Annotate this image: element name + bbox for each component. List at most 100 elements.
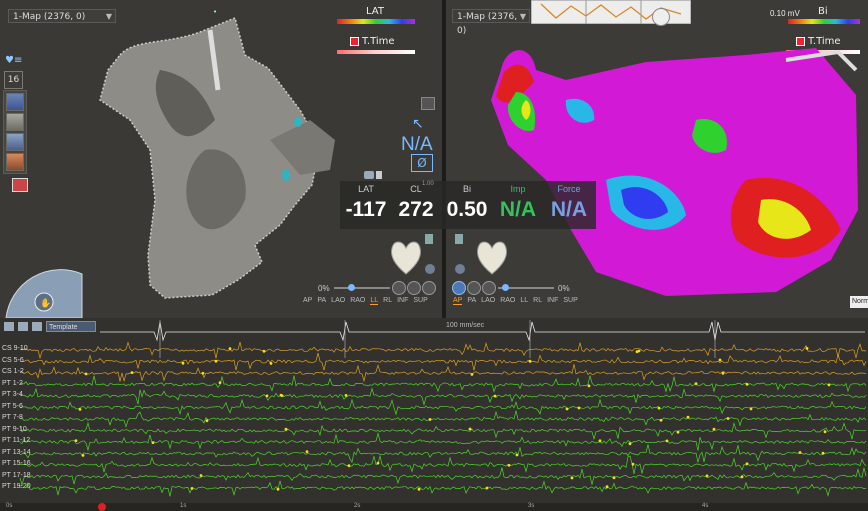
annotation-marker[interactable] bbox=[344, 394, 348, 397]
channel-label[interactable]: PT 1-2 bbox=[2, 380, 23, 387]
annotation-marker[interactable] bbox=[631, 462, 635, 466]
left-view-rao[interactable]: RAO bbox=[350, 297, 365, 304]
annotation-marker[interactable] bbox=[612, 476, 616, 480]
annotation-marker[interactable] bbox=[468, 427, 472, 431]
grid-settings-icon[interactable] bbox=[421, 97, 435, 110]
left-opacity-slider[interactable] bbox=[334, 287, 390, 289]
annotation-marker[interactable] bbox=[686, 415, 690, 419]
channel-label[interactable]: PT 13-14 bbox=[2, 449, 31, 456]
annotation-marker[interactable] bbox=[515, 453, 519, 457]
annotation-marker[interactable] bbox=[570, 476, 574, 480]
annotation-marker[interactable] bbox=[199, 474, 203, 477]
channel-label[interactable]: PT 19-20 bbox=[2, 483, 31, 490]
annotation-marker[interactable] bbox=[74, 439, 78, 442]
right-orientation-heart-icon[interactable] bbox=[472, 234, 512, 276]
annotation-marker[interactable] bbox=[130, 371, 134, 374]
left-heart-slider-top-icon[interactable] bbox=[425, 234, 433, 244]
right-heart-slider-top-icon[interactable] bbox=[455, 234, 463, 244]
left-view-inf[interactable]: INF bbox=[397, 297, 408, 304]
right-opacity-slider-thumb[interactable] bbox=[502, 284, 509, 291]
annotation-marker[interactable] bbox=[214, 359, 218, 363]
left-camera-icon[interactable] bbox=[422, 281, 436, 295]
right-view-inf[interactable]: INF bbox=[547, 297, 558, 304]
annotation-marker[interactable] bbox=[565, 407, 569, 411]
left-view-pa[interactable]: PA bbox=[317, 297, 326, 304]
left-opacity-slider-thumb[interactable] bbox=[348, 284, 355, 291]
right-transparency-icon[interactable] bbox=[452, 281, 466, 295]
annotation-marker[interactable] bbox=[81, 454, 85, 457]
annotation-marker[interactable] bbox=[280, 394, 284, 397]
navigation-compass[interactable]: ✋ bbox=[4, 262, 84, 318]
left-lighting-icon[interactable] bbox=[407, 281, 421, 295]
left-view-ap[interactable]: AP bbox=[303, 297, 312, 304]
annotation-marker[interactable] bbox=[485, 486, 489, 490]
annotation-marker[interactable] bbox=[798, 451, 802, 454]
annotation-marker[interactable] bbox=[528, 359, 532, 363]
annotation-marker[interactable] bbox=[676, 430, 680, 434]
annotation-marker[interactable] bbox=[628, 442, 632, 446]
annotation-marker[interactable] bbox=[347, 464, 351, 468]
channel-label[interactable]: PT 9-10 bbox=[2, 426, 27, 433]
mini-settings-icon[interactable] bbox=[376, 171, 382, 179]
annotation-marker[interactable] bbox=[305, 450, 309, 453]
annotation-marker[interactable] bbox=[749, 407, 753, 411]
left-view-rl[interactable]: RL bbox=[383, 297, 392, 304]
annotation-marker[interactable] bbox=[827, 383, 831, 387]
annotation-marker[interactable] bbox=[587, 384, 591, 388]
left-orientation-heart-icon[interactable] bbox=[386, 234, 426, 276]
eye-icon[interactable] bbox=[364, 171, 374, 179]
annotation-marker[interactable] bbox=[598, 439, 602, 443]
annotation-marker[interactable] bbox=[218, 381, 222, 384]
annotation-marker[interactable] bbox=[577, 406, 581, 410]
right-view-rl[interactable]: RL bbox=[533, 297, 542, 304]
annotation-marker[interactable] bbox=[705, 474, 709, 478]
annotation-marker[interactable] bbox=[181, 361, 185, 365]
channel-label[interactable]: PT 15-16 bbox=[2, 460, 31, 467]
channel-label[interactable]: CS 5-6 bbox=[2, 357, 24, 364]
annotation-marker[interactable] bbox=[228, 347, 232, 350]
annotation-marker[interactable] bbox=[470, 373, 474, 376]
annotation-marker[interactable] bbox=[605, 485, 609, 489]
pin-toggle-button[interactable]: Ø bbox=[411, 154, 433, 172]
annotation-marker[interactable] bbox=[721, 371, 725, 375]
channel-label[interactable]: PT 7-8 bbox=[2, 414, 23, 421]
left-view-ll[interactable]: LL bbox=[370, 297, 379, 305]
annotation-marker[interactable] bbox=[718, 358, 722, 362]
right-view-lao[interactable]: LAO bbox=[481, 297, 495, 304]
annotation-marker[interactable] bbox=[151, 441, 155, 444]
channel-label[interactable]: PT 17-18 bbox=[2, 472, 31, 479]
annotation-marker[interactable] bbox=[659, 418, 663, 422]
annotation-marker[interactable] bbox=[269, 362, 273, 365]
annotation-marker[interactable] bbox=[78, 408, 82, 411]
left-transparency-icon[interactable] bbox=[392, 281, 406, 295]
annotation-marker[interactable] bbox=[190, 487, 194, 490]
right-view-rao[interactable]: RAO bbox=[500, 297, 515, 304]
annotation-marker[interactable] bbox=[665, 439, 669, 443]
channel-label[interactable]: CS 1-2 bbox=[2, 368, 24, 375]
left-heart-down-icon[interactable] bbox=[425, 264, 435, 274]
annotation-marker[interactable] bbox=[417, 487, 421, 491]
annotation-marker[interactable] bbox=[284, 427, 288, 431]
right-view-ll[interactable]: LL bbox=[520, 297, 528, 304]
annotation-marker[interactable] bbox=[276, 487, 280, 491]
channel-label[interactable]: PT 5-6 bbox=[2, 403, 23, 410]
left-view-lao[interactable]: LAO bbox=[331, 297, 345, 304]
right-camera-icon[interactable] bbox=[482, 281, 496, 295]
annotation-marker[interactable] bbox=[726, 417, 730, 420]
annotation-marker[interactable] bbox=[740, 475, 744, 479]
annotation-marker[interactable] bbox=[507, 463, 511, 467]
annotation-marker[interactable] bbox=[265, 394, 269, 398]
channel-label[interactable]: PT 3-4 bbox=[2, 391, 23, 398]
right-heart-down-icon[interactable] bbox=[455, 264, 465, 274]
annotation-marker[interactable] bbox=[821, 451, 825, 455]
annotation-marker[interactable] bbox=[694, 382, 698, 385]
annotation-marker[interactable] bbox=[493, 394, 497, 398]
left-view-sup[interactable]: SUP bbox=[413, 297, 427, 304]
annotation-marker[interactable] bbox=[712, 427, 716, 431]
arrow-pointer-icon[interactable]: ↖ bbox=[412, 116, 424, 132]
channel-label[interactable]: PT 11-12 bbox=[2, 437, 30, 444]
annotation-marker[interactable] bbox=[745, 382, 749, 386]
annotation-marker[interactable] bbox=[657, 406, 661, 410]
right-lighting-icon[interactable] bbox=[467, 281, 481, 295]
annotation-marker[interactable] bbox=[201, 371, 205, 375]
